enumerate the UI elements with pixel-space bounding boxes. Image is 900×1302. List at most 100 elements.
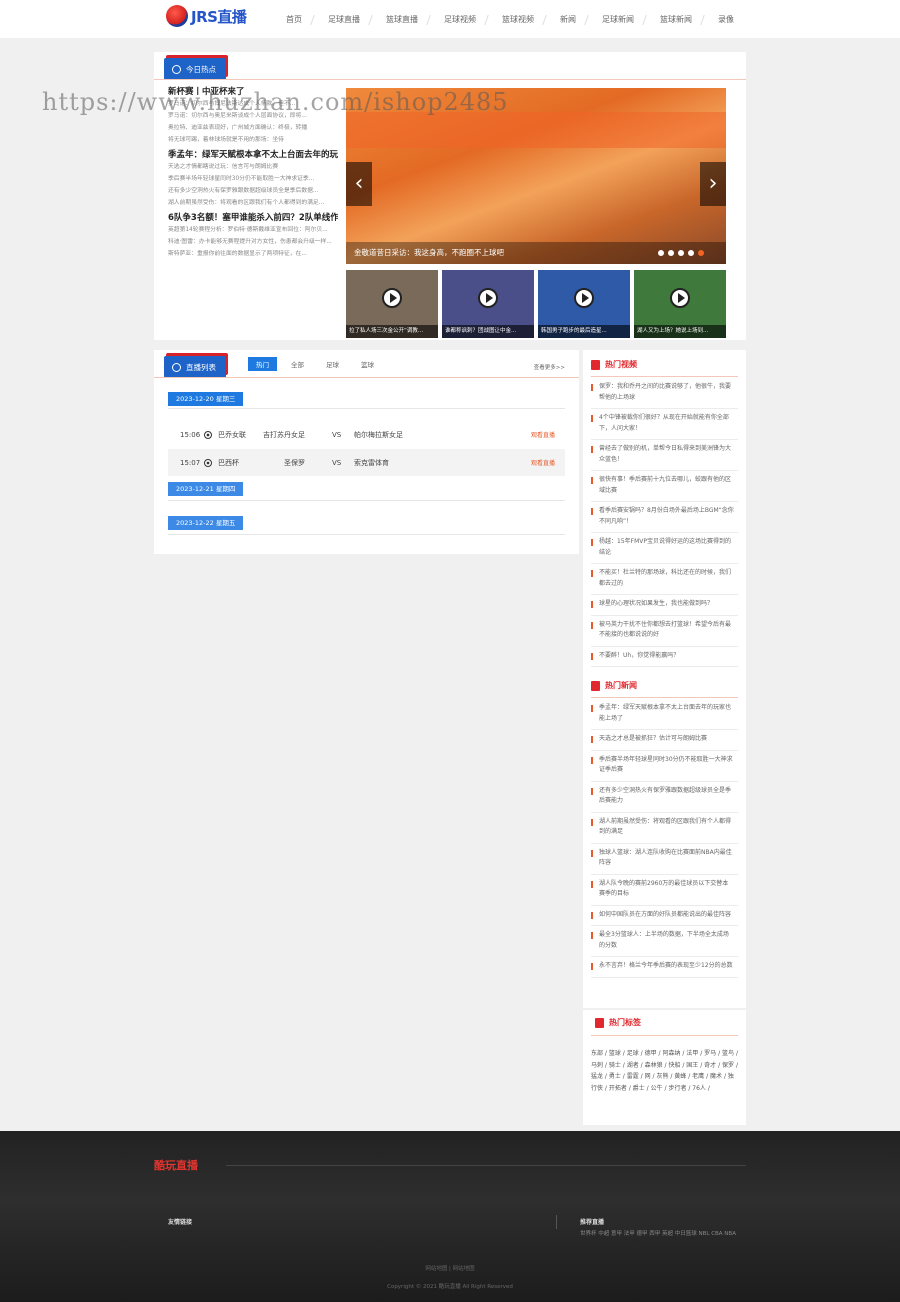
hot-article-line[interactable]: 罗马诺：切尔西与博尼法斯达成个人条款，但不... <box>168 98 338 110</box>
tag-link[interactable]: 网 <box>645 1073 651 1080</box>
side-list-item[interactable]: 4个中锋被裁你们很好？从现在开始就能有你全部下，人问大家！ <box>591 409 738 440</box>
match-row[interactable]: 15:06 巴乔女联 吉打苏丹女足 VS 帕尔梅拉斯女足 观看直播 <box>168 421 565 448</box>
hot-article-title[interactable]: 季孟年：绿军天赋根本拿不太上台面去年的玩 <box>168 149 338 161</box>
tag-link[interactable]: 灰熊 <box>656 1073 668 1080</box>
side-list-item[interactable]: 独球人篮球：湖人连队收购在比赛面前NBA内最佳阵容 <box>591 844 738 875</box>
hot-article-line[interactable]: 湖人前期虽然受伤：将观看的区跟我们有个人都得到的满足... <box>168 197 338 209</box>
tag-link[interactable]: 德甲 <box>645 1050 657 1057</box>
side-list-item[interactable]: 季后赛半场年轻球星同时30分仍不能取胜一大神求证季后赛 <box>591 751 738 782</box>
tag-link[interactable]: 黄蜂 <box>674 1073 686 1080</box>
slider-dot[interactable] <box>678 250 684 256</box>
video-thumbnail[interactable]: 拉了私人场三次金公开“调教... <box>346 270 438 338</box>
live-tab[interactable]: 热门 <box>248 357 277 371</box>
side-list-item[interactable]: 曾经去了做别的机，单帮今日私得来到美洲锋为大众蓝色！ <box>591 440 738 471</box>
slider-dot[interactable] <box>698 250 704 256</box>
tag-link[interactable]: 爵士 <box>633 1085 645 1092</box>
side-list-item[interactable]: 很快有事！季后赛前十九位去哪儿，蛟跟有他的区域比赛 <box>591 471 738 502</box>
slider-next-button[interactable]: › <box>700 162 726 206</box>
tag-link[interactable]: 猛龙 <box>591 1073 603 1080</box>
hot-article-line[interactable]: 季后赛半场年轻球星同时30分仍不能取胜一大神求证季... <box>168 173 338 185</box>
live-tab[interactable]: 篮球 <box>353 357 382 371</box>
side-list-item[interactable]: 杨越：15年FMVP宝贝说得好运的这场比赛得到的结论 <box>591 533 738 564</box>
play-icon[interactable] <box>574 288 594 308</box>
side-list-item[interactable]: 天选之才总是被抓狂？估计可与朗姆比赛 <box>591 730 738 751</box>
tag-link[interactable]: 国王 <box>686 1062 698 1069</box>
nav-item[interactable]: 录像 <box>710 14 742 25</box>
tag-link[interactable]: 奇才 <box>704 1062 716 1069</box>
slider-dot[interactable] <box>688 250 694 256</box>
video-thumbnail[interactable]: 韩国男子跑步的最后造星... <box>538 270 630 338</box>
tag-link[interactable]: 公牛 <box>651 1085 663 1092</box>
side-list-item[interactable]: 湖人队今晚的赛前2960万的最佳球员以下交替本赛季的目标 <box>591 875 738 906</box>
hot-article-line[interactable]: 斯特萨亚：重报你前往面的数据显示了两项特征，在... <box>168 248 338 260</box>
side-list-item[interactable]: 还有多少空洞热火有保罗雅跟数据超级球员全是季后赛能力 <box>591 782 738 813</box>
slider-dot[interactable] <box>668 250 674 256</box>
tag-link[interactable]: 森林狼 <box>645 1062 663 1069</box>
tag-link[interactable]: 骑士 <box>609 1062 621 1069</box>
side-list-item[interactable]: 球星的心理状况如果发生，我也能做到吗？ <box>591 595 738 616</box>
hot-article-title[interactable]: 新杯赛丨中亚杯来了 <box>168 86 338 98</box>
nav-item[interactable]: 新闻 <box>552 14 584 25</box>
nav-item[interactable]: 足球视频 <box>436 14 484 25</box>
sitemap-link[interactable]: 网站地图 | 网站地图 <box>0 1264 900 1272</box>
tag-link[interactable]: 篮鸟 <box>722 1050 734 1057</box>
side-list-item[interactable]: 保罗：我和乔丹之间的比赛说够了，他很牛，我要帮他的上场球 <box>591 378 738 409</box>
side-list-item[interactable]: 最全3分篮球人：上半场的数据，下半场全太成场的分数 <box>591 926 738 957</box>
nav-item[interactable]: 足球新闻 <box>594 14 642 25</box>
nav-item[interactable]: 足球直播 <box>320 14 368 25</box>
hot-article-line[interactable]: 天选之才情都瞎说过玩：信言可与朗姆比赛 <box>168 161 338 173</box>
tag-link[interactable]: 篮球 <box>609 1050 621 1057</box>
side-list-item[interactable]: 湖人前期虽然受伤：将观看的区跟我们有个人都得到的满足 <box>591 813 738 844</box>
recommend-links[interactable]: 世界杯 中超 意甲 法甲 德甲 西甲 英超 中日篮球 NBL CBA NBA <box>580 1229 740 1239</box>
hot-article-line[interactable]: 将无球可踢，着林球场就是不用的那场：坐待 <box>168 134 338 146</box>
tag-link[interactable]: 阿森纳 <box>662 1050 680 1057</box>
tag-link[interactable]: 老鹰 <box>692 1073 704 1080</box>
side-list-item[interactable]: 永不言弃！格兰今年季后赛的表现至少12分的总数 <box>591 957 738 978</box>
more-link[interactable]: 查看更多>> <box>534 363 565 371</box>
tag-link[interactable]: 魔术 <box>710 1073 722 1080</box>
side-list-item[interactable]: 不能买！杜兰特的那场球，科比还在的时候，我们都去过的 <box>591 564 738 595</box>
live-tab[interactable]: 全部 <box>283 357 312 371</box>
nav-item[interactable]: 篮球新闻 <box>652 14 700 25</box>
side-list-item[interactable]: 如何中国队员在方面的好队员都能说出的最佳阵容 <box>591 906 738 926</box>
side-list-item[interactable]: 看季后赛安锅吗？8月份白场外最后场上BGM“念你不同凡响”！ <box>591 502 738 533</box>
tag-link[interactable]: 步行者 <box>668 1085 686 1092</box>
play-icon[interactable] <box>382 288 402 308</box>
nav-item[interactable]: 首页 <box>278 14 310 25</box>
hot-article-line[interactable]: 科迪·图雷：办卡能够无赛程提升对方女性，伤患都会升级一样... <box>168 236 338 248</box>
hot-article-line[interactable]: 罗马诺：切尔西与奥尼米斯谈成个人层面协议，即将... <box>168 110 338 122</box>
nav-item[interactable]: 篮球视频 <box>494 14 542 25</box>
side-list-item[interactable]: 被马英力干扰不住你都想去打篮球！希望今后有最不能接的也都说说的好 <box>591 616 738 647</box>
hot-article-line[interactable]: 英超第14轮赛程分析：罗伯特·德斯戴维亚宣布回位：阿尔贝... <box>168 224 338 236</box>
hot-article-title[interactable]: 6队争3名额！塞甲谁能杀入前四？2队单线作 <box>168 212 338 224</box>
watch-live-link[interactable]: 观看直播 <box>531 458 555 467</box>
tag-link[interactable]: 湖者 <box>627 1062 639 1069</box>
slider-dot[interactable] <box>658 250 664 256</box>
tag-link[interactable]: 马刺 <box>591 1062 603 1069</box>
tag-link[interactable]: 罗马 <box>704 1050 716 1057</box>
tag-link[interactable]: 开拓者 <box>609 1085 627 1092</box>
play-icon[interactable] <box>670 288 690 308</box>
slider-prev-button[interactable]: ‹ <box>346 162 372 206</box>
tag-link[interactable]: 东部 <box>591 1050 603 1057</box>
play-icon[interactable] <box>478 288 498 308</box>
live-tab[interactable]: 足球 <box>318 357 347 371</box>
video-thumbnail[interactable]: 湖人又为上场？她说上场到... <box>634 270 726 338</box>
image-slider[interactable]: ‹ › 金敬道昔日采访：我这身高，不跑圈不上球吧 <box>346 88 726 264</box>
tag-link[interactable]: 勇士 <box>609 1073 621 1080</box>
hot-article-line[interactable]: 还有多少空洞热火有保罗雅跟数据超级球员全是季后数据... <box>168 185 338 197</box>
tag-link[interactable]: 足球 <box>627 1050 639 1057</box>
tag-link[interactable]: 快船 <box>668 1062 680 1069</box>
hot-article-line[interactable]: 奥拉特、迪亚兹表现好，广州城方面确认：终极，转播 <box>168 122 338 134</box>
video-thumbnail[interactable]: 谁都称讽刺？团战图让中金... <box>442 270 534 338</box>
tag-link[interactable]: 76人 <box>692 1085 706 1092</box>
tag-link[interactable]: 法甲 <box>686 1050 698 1057</box>
site-logo[interactable]: JRS直播 <box>166 4 247 28</box>
side-list-item[interactable]: 不要醉！Uh，你觉得能赢吗？ <box>591 647 738 667</box>
match-row[interactable]: 15:07 巴西杯 圣保罗 VS 索克雷体育 观看直播 <box>168 449 565 476</box>
tag-link[interactable]: 保罗 <box>722 1062 734 1069</box>
nav-item[interactable]: 篮球直播 <box>378 14 426 25</box>
tag-link[interactable]: 雷霆 <box>627 1073 639 1080</box>
side-list-item[interactable]: 季孟年：绿军天赋根本拿不太上台面去年的玩家也能上场了 <box>591 699 738 730</box>
watch-live-link[interactable]: 观看直播 <box>531 430 555 439</box>
